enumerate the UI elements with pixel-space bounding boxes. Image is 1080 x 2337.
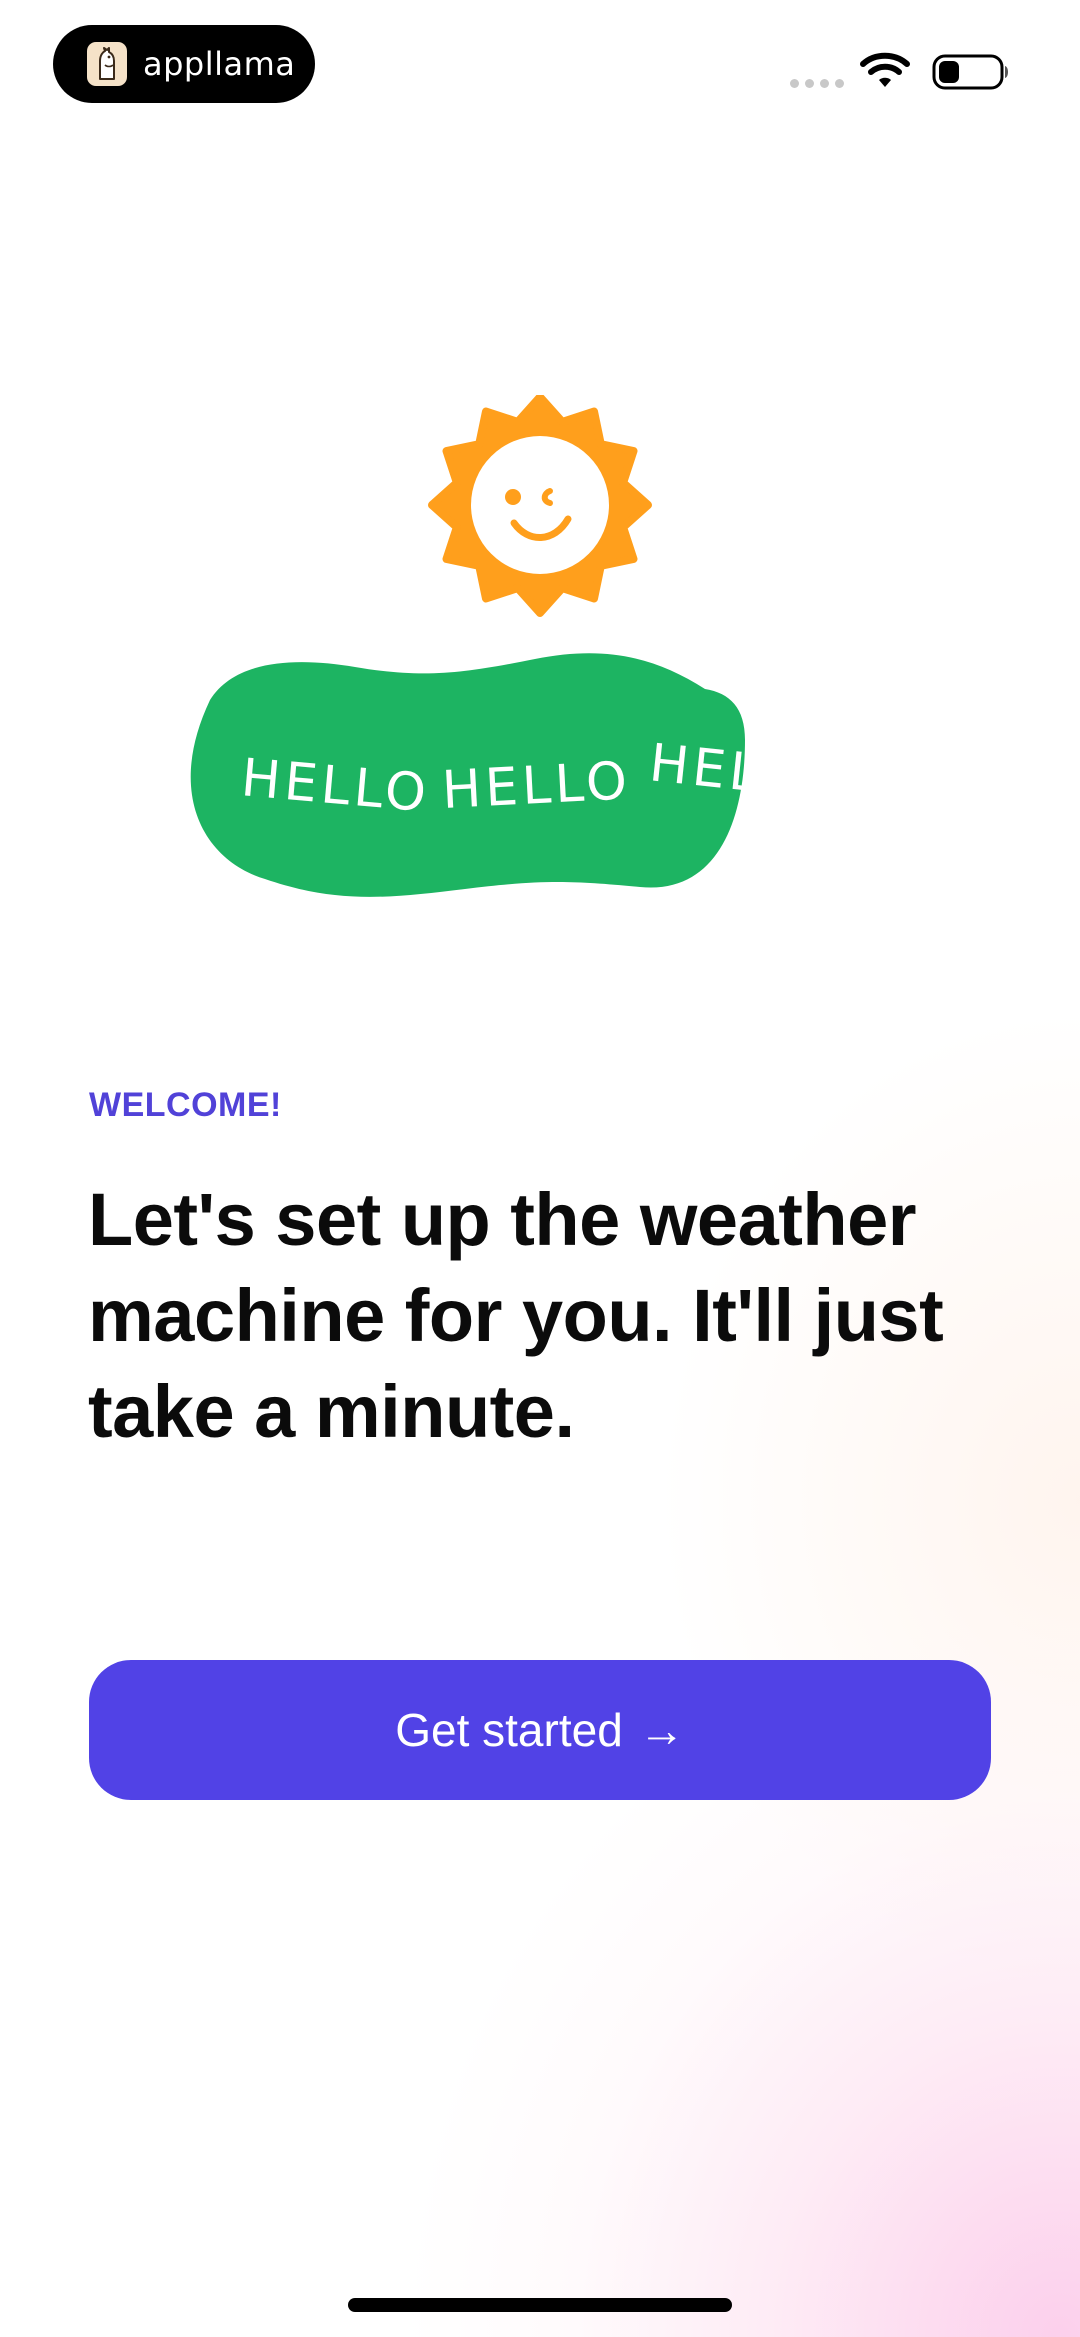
headline-line: Let's set up the weather xyxy=(88,1178,917,1261)
headline-line: machine for you. It'll just xyxy=(88,1274,944,1357)
welcome-eyebrow: WELCOME! xyxy=(89,1086,282,1124)
background-gradient xyxy=(0,0,1080,2337)
headline-line: take a minute. xyxy=(88,1370,575,1453)
get-started-button[interactable]: Get started → xyxy=(89,1660,991,1800)
arrow-right-icon: → xyxy=(638,1704,685,1756)
banner-text-2: HELLO xyxy=(441,751,633,821)
brand-badge: appllama xyxy=(53,25,315,103)
battery-icon xyxy=(932,54,1008,90)
status-bar: appllama xyxy=(0,0,1080,140)
signal-dots-icon xyxy=(790,79,844,88)
headline: Let's set up the weather machine for you… xyxy=(88,1172,1008,1460)
smiling-sun-icon xyxy=(428,395,652,617)
hello-illustration: HELLO HELLO HELLO xyxy=(190,395,841,897)
home-indicator[interactable] xyxy=(348,2298,732,2312)
wifi-icon xyxy=(860,52,910,87)
hello-banner: HELLO HELLO HELLO xyxy=(190,653,841,897)
brand-name: appllama xyxy=(143,45,296,83)
llama-icon xyxy=(87,42,127,86)
get-started-label: Get started xyxy=(395,1704,623,1756)
